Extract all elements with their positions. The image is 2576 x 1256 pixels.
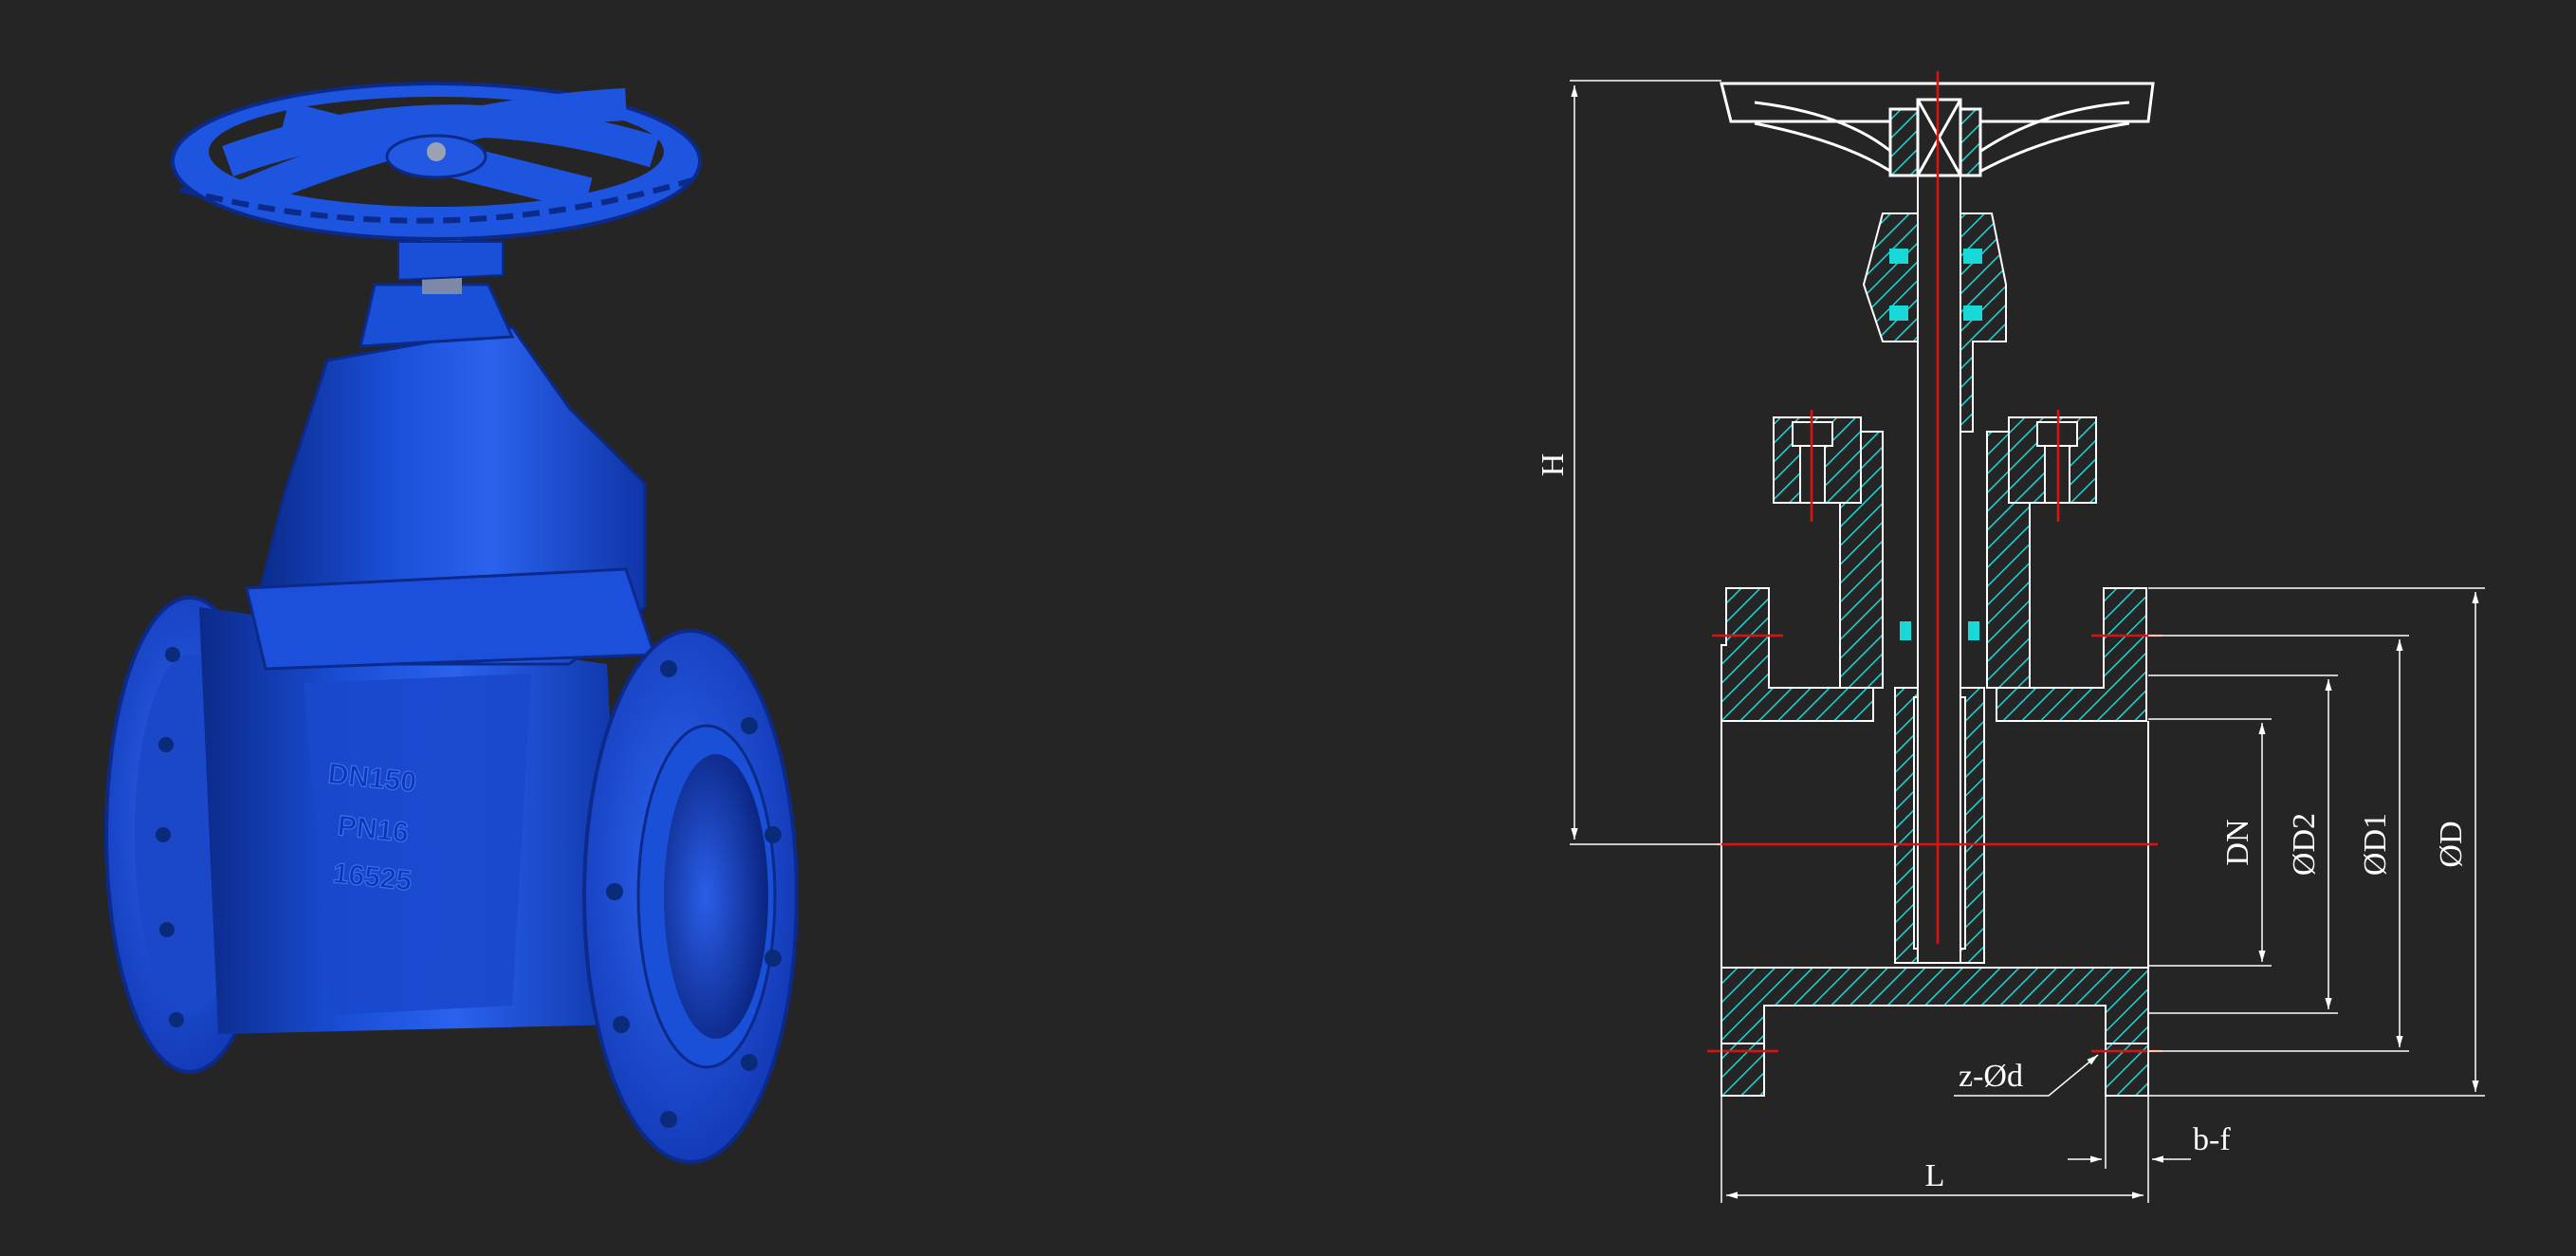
body-section [1720, 170, 2149, 1097]
label-flange: b-f [2193, 1122, 2231, 1157]
label-d1: ØD1 [2358, 813, 2393, 876]
label-dn: DN [2220, 819, 2255, 865]
right-flange [582, 629, 799, 1164]
label-height: H [1536, 453, 1571, 477]
handwheel [171, 82, 702, 241]
label-length: L [1925, 1158, 1945, 1193]
label-d2: ØD2 [2287, 813, 2322, 876]
casting-marks: DN150 PN16 16525 [326, 758, 419, 898]
label-d: ØD [2434, 821, 2469, 867]
gate-valve-figure: DN150 PN16 16525 H DN ØD2 ØD1 ØD z-Ød b-… [104, 71, 2485, 1203]
label-bolt-holes: z-Ød [1959, 1059, 2023, 1094]
section-drawing: H DN ØD2 ØD1 ØD z-Ød b-f L [1536, 71, 2485, 1203]
valve-photo: DN150 PN16 16525 [104, 82, 799, 1164]
